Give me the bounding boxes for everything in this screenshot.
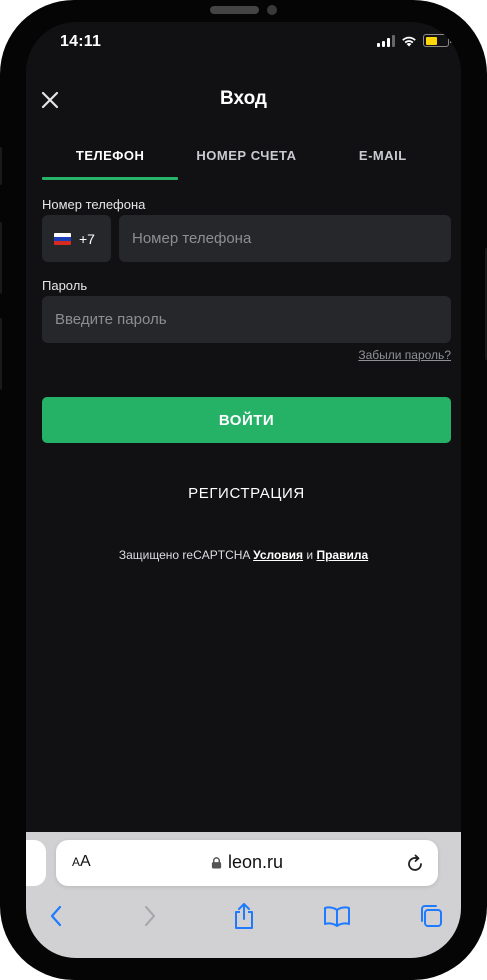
status-icons	[377, 34, 452, 47]
book-icon	[324, 906, 351, 927]
share-button[interactable]	[228, 900, 260, 932]
tab-account-number[interactable]: НОМЕР СЧЕТА	[178, 140, 314, 180]
lock-icon	[211, 856, 222, 869]
country-code: +7	[79, 230, 95, 247]
phone-label: Номер телефона	[42, 197, 146, 212]
bookmarks-button[interactable]	[321, 900, 353, 932]
battery-icon	[423, 34, 452, 47]
country-code-selector[interactable]: +7	[42, 215, 111, 262]
url-text: leon.ru	[227, 852, 284, 872]
address-bar[interactable]: AA leon.ru	[56, 840, 438, 886]
tab-email[interactable]: E-MAIL	[315, 140, 451, 180]
status-bar: 14:11	[26, 22, 461, 66]
chevron-left-icon	[50, 905, 62, 927]
wifi-icon	[402, 36, 416, 46]
login-button[interactable]: ВОЙТИ	[42, 397, 451, 443]
tabs-icon	[421, 905, 442, 927]
previous-tab-card[interactable]	[26, 840, 46, 886]
reload-button[interactable]	[404, 852, 426, 874]
share-icon	[234, 903, 253, 929]
recaptcha-prefix: Защищено reCAPTCHA	[118, 548, 250, 562]
url-display[interactable]: leon.ru	[56, 852, 438, 873]
volume-up-button	[0, 222, 2, 294]
phone-frame: 14:11 Вход ТЕЛЕФОН НОМЕР СЧЕТА E-MAIL Но…	[0, 0, 487, 980]
status-time: 14:11	[60, 33, 102, 50]
recaptcha-terms-link[interactable]: Условия	[253, 548, 303, 562]
browser-toolbar	[26, 894, 461, 938]
password-input[interactable]	[42, 296, 451, 343]
tab-phone[interactable]: ТЕЛЕФОН	[42, 140, 179, 180]
mute-switch	[0, 147, 2, 185]
volume-down-button	[0, 318, 2, 390]
chevron-right-icon	[144, 905, 155, 927]
login-method-tabs: ТЕЛЕФОН НОМЕР СЧЕТА E-MAIL	[42, 140, 451, 180]
browser-bottom-bar: AA leon.ru	[26, 832, 461, 958]
phone-input[interactable]	[119, 215, 451, 262]
reload-icon	[408, 854, 422, 871]
recaptcha-rules-link[interactable]: Правила	[316, 548, 368, 562]
screen: 14:11 Вход ТЕЛЕФОН НОМЕР СЧЕТА E-MAIL Но…	[26, 22, 461, 958]
forgot-password-link[interactable]: Забыли пароль?	[358, 348, 451, 362]
register-button[interactable]: РЕГИСТРАЦИЯ	[42, 477, 451, 509]
tabs-button[interactable]	[415, 900, 447, 932]
forward-button[interactable]	[134, 900, 166, 932]
page-title: Вход	[220, 88, 267, 109]
recaptcha-conjunction: и	[306, 548, 314, 562]
cellular-signal-icon	[377, 34, 395, 47]
front-camera	[267, 5, 277, 15]
password-label: Пароль	[42, 278, 88, 293]
header: Вход	[26, 80, 461, 120]
back-button[interactable]	[40, 900, 72, 932]
recaptcha-notice: Защищено reCAPTCHA Условия и Правила	[26, 548, 461, 562]
speaker-grille	[210, 6, 259, 14]
russia-flag-icon	[54, 232, 71, 245]
